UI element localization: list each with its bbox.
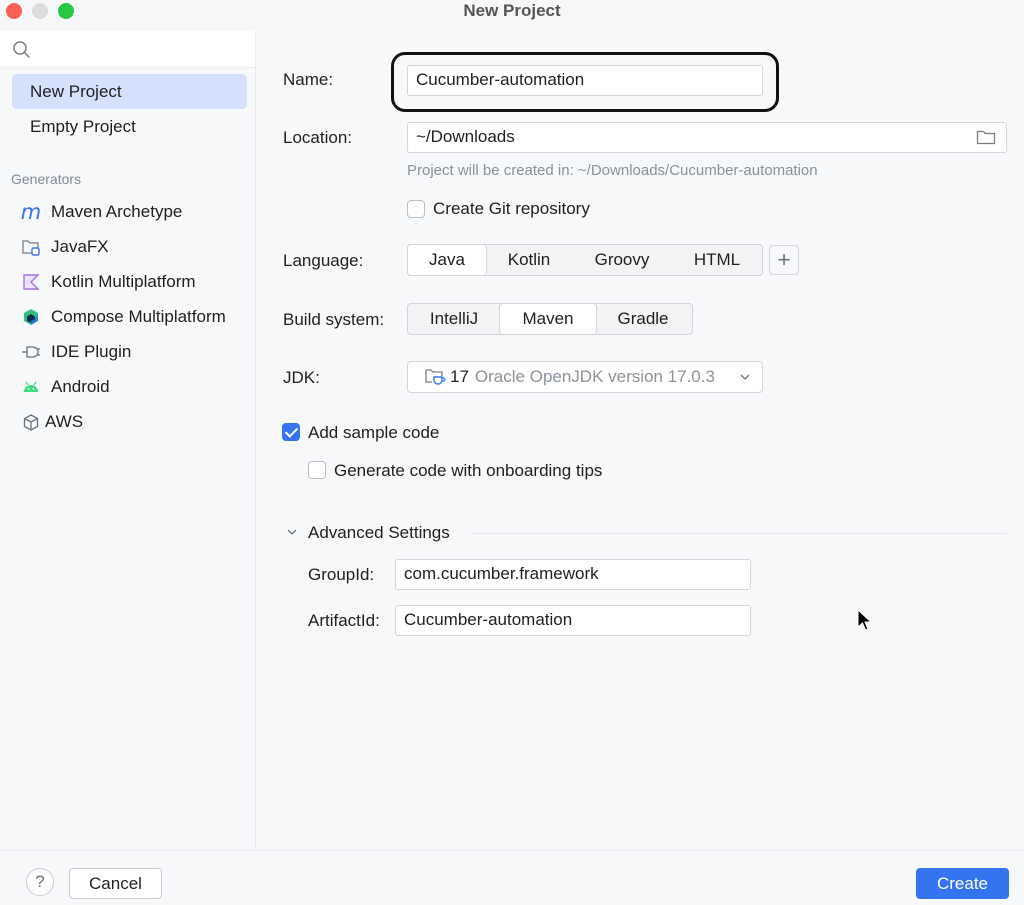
aws-cube-icon <box>22 411 40 433</box>
kotlin-icon <box>20 271 42 293</box>
advanced-settings-divider <box>471 533 1007 534</box>
jdk-description: Oracle OpenJDK version 17.0.3 <box>474 367 715 386</box>
name-input[interactable]: Cucumber-automation <box>407 65 763 96</box>
location-hint: Project will be created in: ~/Downloads/… <box>407 162 818 179</box>
sidebar-item-kotlin-multiplatform[interactable]: Kotlin Multiplatform <box>20 267 196 297</box>
jdk-dropdown[interactable]: 17 Oracle OpenJDK version 17.0.3 <box>407 361 763 393</box>
location-value: ~/Downloads <box>416 127 515 146</box>
add-sample-code-label[interactable]: Add sample code <box>308 423 439 443</box>
artifact-id-label: ArtifactId: <box>308 611 380 630</box>
advanced-settings-toggle[interactable]: Advanced Settings <box>308 523 450 543</box>
add-sample-code-checkbox[interactable] <box>282 423 300 441</box>
build-option-gradle[interactable]: Gradle <box>596 304 690 334</box>
group-id-label: GroupId: <box>308 565 375 584</box>
dialog-footer: ? Cancel Create <box>0 850 1024 905</box>
onboarding-tips-label[interactable]: Generate code with onboarding tips <box>334 461 602 481</box>
build-system-segmented-control: IntelliJ Maven Gradle <box>407 303 693 335</box>
maven-icon: m <box>20 199 42 224</box>
build-option-intellij[interactable]: IntelliJ <box>408 304 500 334</box>
sidebar-item-compose-multiplatform[interactable]: Compose Multiplatform <box>20 302 226 332</box>
sidebar-item-label: Empty Project <box>30 117 136 136</box>
sidebar-item-empty-project[interactable]: Empty Project <box>12 109 247 144</box>
sidebar-item-maven-archetype[interactable]: m Maven Archetype <box>20 197 183 227</box>
help-button[interactable]: ? <box>26 868 54 896</box>
android-icon <box>20 376 42 398</box>
sidebar-item-label: Android <box>51 377 110 396</box>
mouse-cursor-icon <box>857 609 873 631</box>
jdk-label: JDK: <box>283 368 320 387</box>
build-system-label: Build system: <box>283 310 385 329</box>
location-input[interactable]: ~/Downloads <box>407 122 1007 153</box>
group-id-input[interactable]: com.cucumber.framework <box>395 559 751 590</box>
language-segmented-control: Java Kotlin Groovy HTML <box>407 244 763 276</box>
create-git-checkbox[interactable] <box>407 200 425 218</box>
location-label: Location: <box>283 128 352 147</box>
advanced-settings-chevron-icon[interactable] <box>285 525 299 539</box>
javafx-folder-icon <box>20 236 42 258</box>
cancel-button[interactable]: Cancel <box>69 868 162 899</box>
jdk-folder-icon <box>425 369 446 385</box>
name-label: Name: <box>283 70 334 89</box>
artifact-id-input[interactable]: Cucumber-automation <box>395 605 751 636</box>
sidebar-search-input[interactable] <box>0 31 255 68</box>
jdk-version: 17 <box>450 367 469 386</box>
add-language-button[interactable]: + <box>769 245 799 275</box>
sidebar-item-label: AWS <box>45 412 84 431</box>
language-label: Language: <box>283 251 364 270</box>
sidebar-item-label: Kotlin Multiplatform <box>51 272 196 291</box>
sidebar-item-ide-plugin[interactable]: IDE Plugin <box>20 337 131 367</box>
search-icon <box>13 41 30 58</box>
onboarding-tips-checkbox[interactable] <box>308 461 326 479</box>
create-git-label[interactable]: Create Git repository <box>433 199 590 219</box>
sidebar: New Project Empty Project Generators m M… <box>0 31 256 850</box>
plugin-icon <box>20 341 42 363</box>
sidebar-item-label: New Project <box>30 82 122 101</box>
browse-folder-icon[interactable] <box>976 129 996 146</box>
generators-section-label: Generators <box>11 171 82 187</box>
chevron-down-icon <box>740 374 750 380</box>
language-option-kotlin[interactable]: Kotlin <box>486 245 572 275</box>
sidebar-item-javafx[interactable]: JavaFX <box>20 232 109 262</box>
new-project-form: Name: Cucumber-automation Location: ~/Do… <box>257 31 1024 850</box>
language-option-java[interactable]: Java <box>408 245 486 275</box>
sidebar-item-android[interactable]: Android <box>20 372 110 402</box>
sidebar-item-aws[interactable]: AWS <box>22 407 83 437</box>
language-option-groovy[interactable]: Groovy <box>572 245 672 275</box>
sidebar-item-label: Maven Archetype <box>51 202 183 221</box>
window-title: New Project <box>463 1 561 20</box>
language-option-html[interactable]: HTML <box>672 245 762 275</box>
build-option-maven[interactable]: Maven <box>500 304 596 334</box>
create-button[interactable]: Create <box>916 868 1009 899</box>
sidebar-item-label: Compose Multiplatform <box>51 307 226 326</box>
title-bar: New Project <box>0 0 1024 30</box>
sidebar-item-label: JavaFX <box>51 237 109 256</box>
sidebar-item-label: IDE Plugin <box>51 342 132 361</box>
compose-icon <box>20 306 42 328</box>
sidebar-item-new-project[interactable]: New Project <box>12 74 247 109</box>
